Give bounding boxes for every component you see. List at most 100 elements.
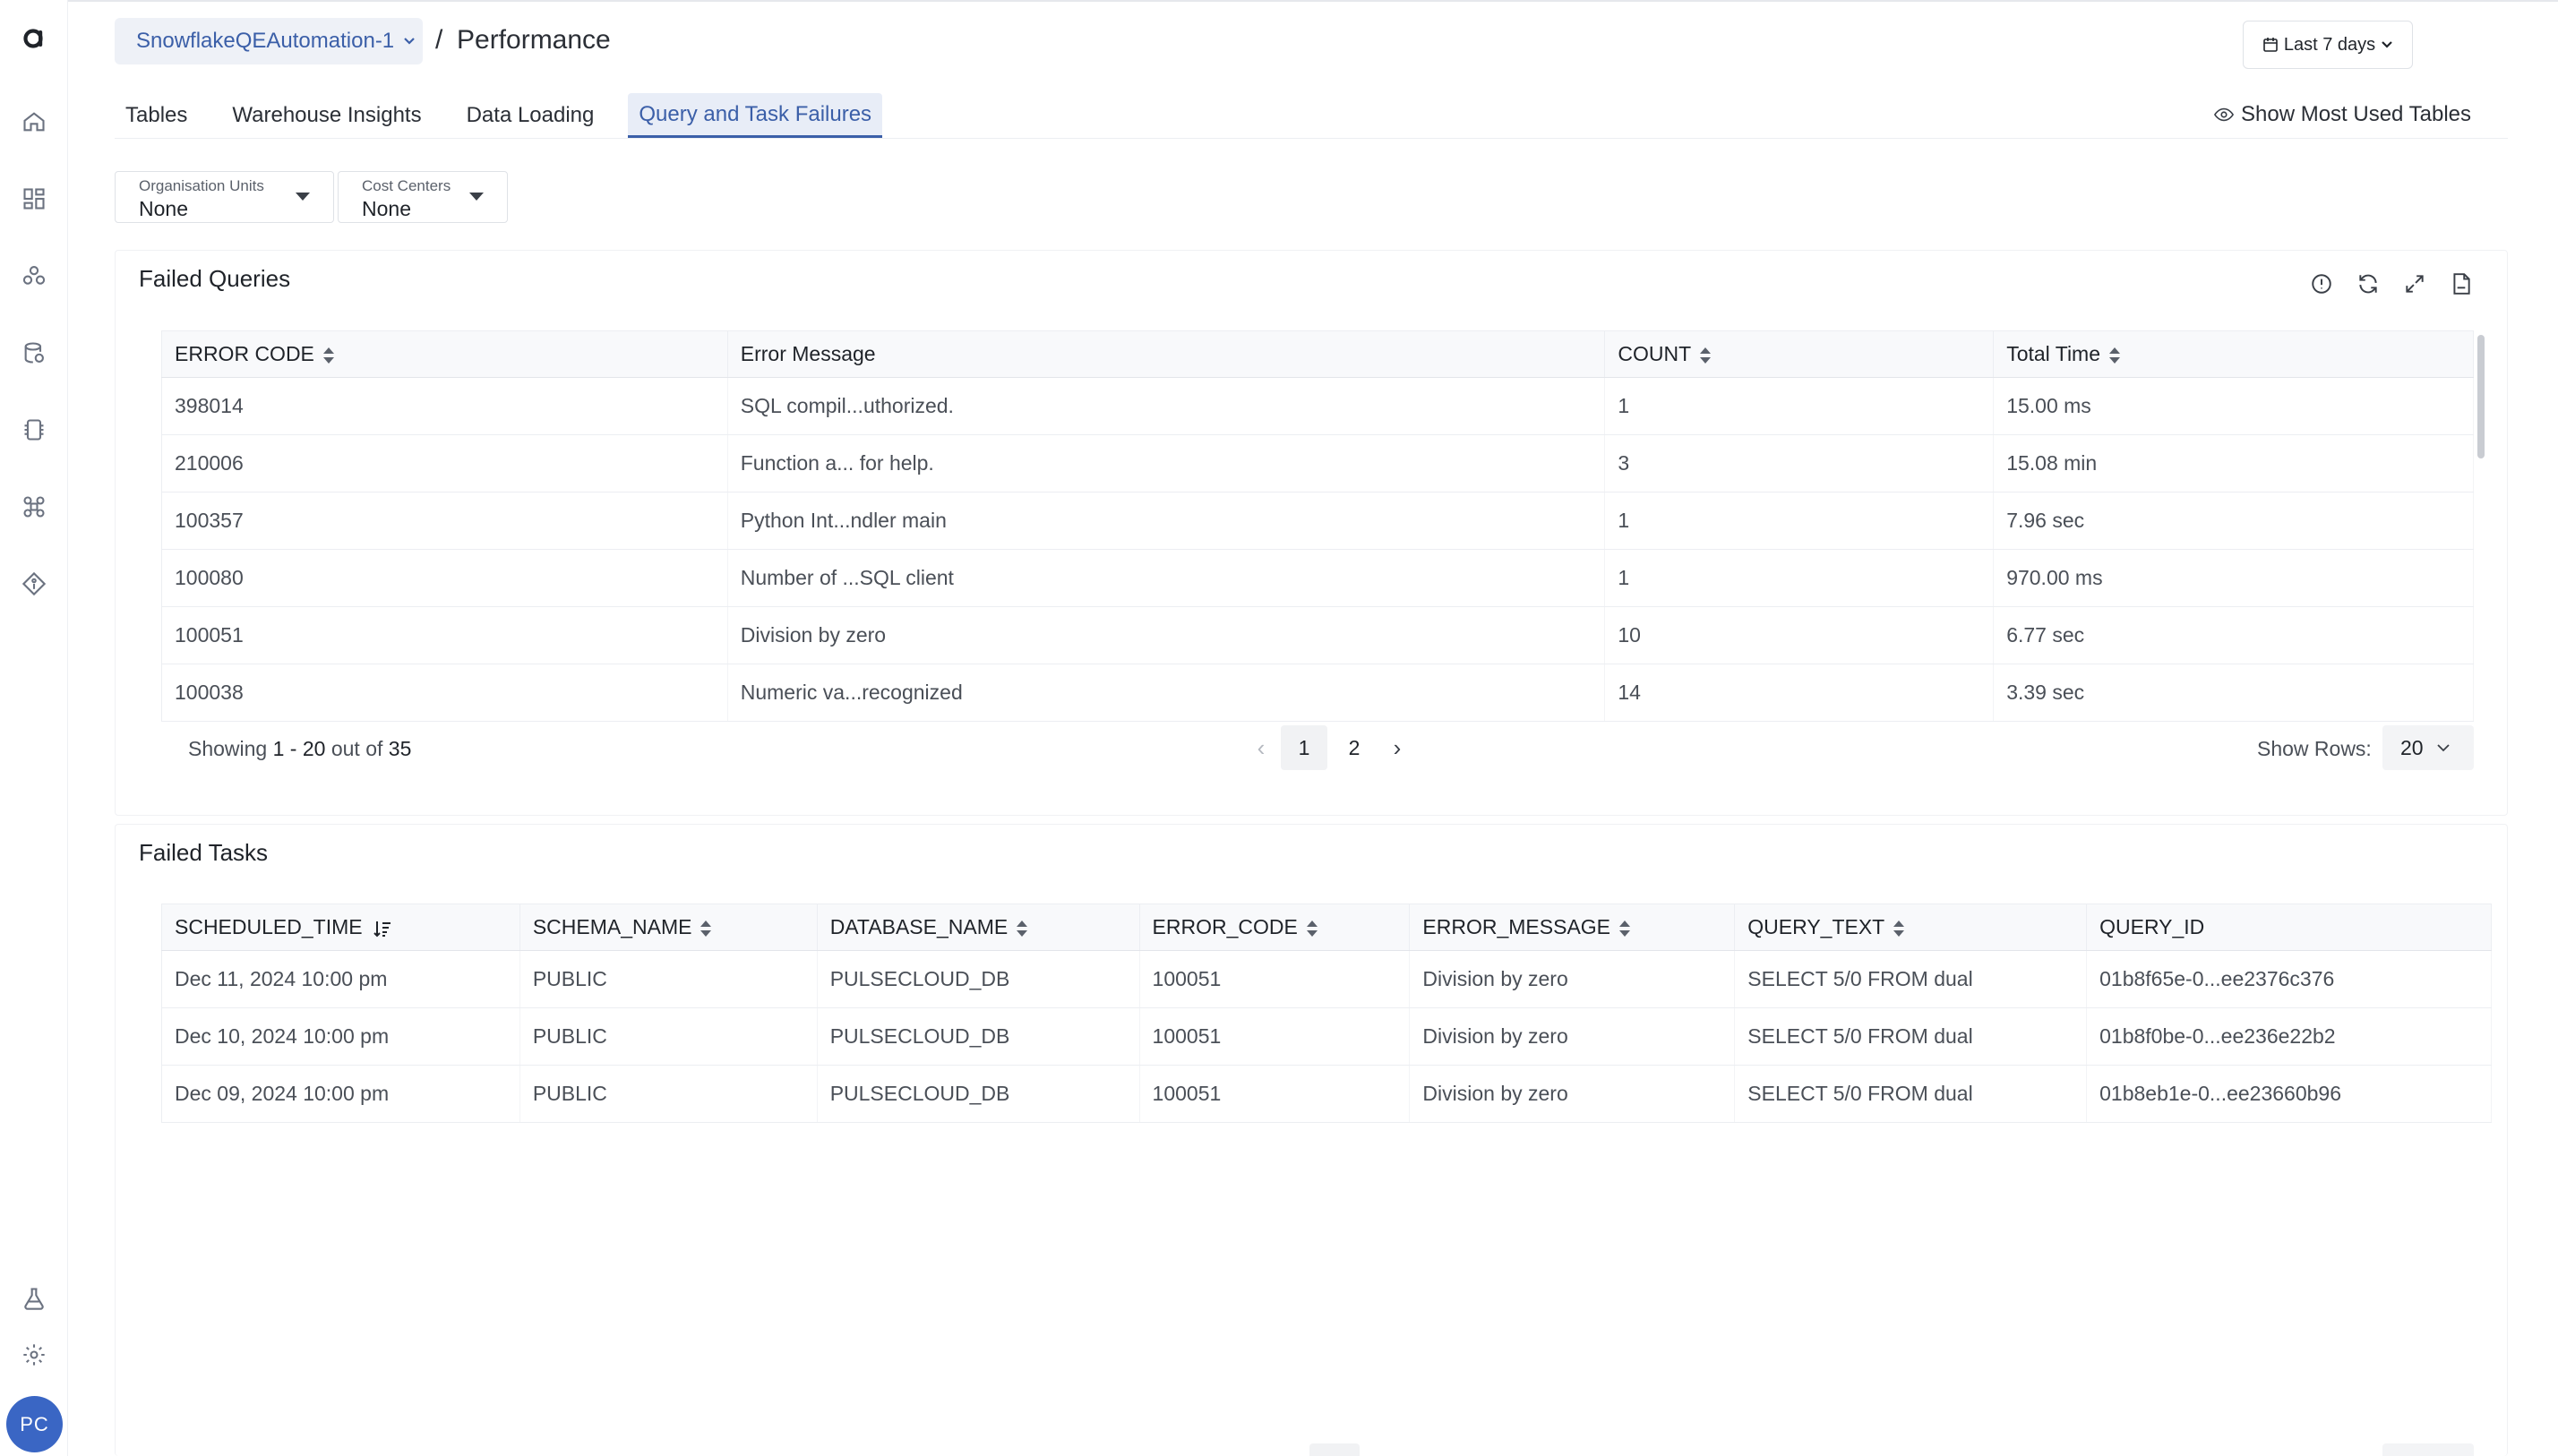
csv-export-icon[interactable] <box>2448 270 2475 297</box>
table-row[interactable]: 398014 SQL compil...uthorized. 1 15.00 ms <box>161 377 2474 435</box>
cell-scheduled-time: Dec 11, 2024 10:00 pm <box>161 950 520 1008</box>
cell-error-code: 100357 <box>161 492 728 550</box>
column-header-error-code[interactable]: ERROR_CODE <box>1139 904 1411 951</box>
cell-error-message: SQL compil...uthorized. <box>727 377 1606 435</box>
cell-count: 1 <box>1604 377 1995 435</box>
table-row[interactable]: 100051 Division by zero 10 6.77 sec <box>161 606 2474 664</box>
column-header-query-text[interactable]: QUERY_TEXT <box>1734 904 2088 951</box>
cell-database-name: PULSECLOUD_DB <box>817 1065 1140 1123</box>
failed-queries-table: ERROR CODE Error Message COUNT Total Tim… <box>161 330 2474 722</box>
cell-error-code: 398014 <box>161 377 728 435</box>
total-count: 35 <box>388 737 412 760</box>
sort-descending-icon[interactable] <box>372 918 393 939</box>
command-icon[interactable] <box>20 492 48 521</box>
out-of-label: out of <box>330 737 383 760</box>
page-title: Performance <box>457 25 611 55</box>
chip-icon[interactable] <box>20 415 48 444</box>
table-row[interactable]: 100038 Numeric va...recognized 14 3.39 sec <box>161 664 2474 722</box>
flask-icon[interactable] <box>20 1284 48 1313</box>
page-button[interactable]: 1 <box>1281 725 1327 770</box>
show-most-used-tables-button[interactable]: Show Most Used Tables <box>2214 102 2471 127</box>
date-range-button[interactable]: Last 7 days <box>2243 21 2413 69</box>
tag-icon[interactable] <box>20 570 48 598</box>
pagination-stub <box>1309 1443 1360 1456</box>
tab-data-loading[interactable]: Data Loading <box>456 93 605 138</box>
cell-count: 1 <box>1604 492 1995 550</box>
cell-count: 1 <box>1604 549 1995 607</box>
cell-error-code: 100051 <box>1139 950 1411 1008</box>
database-icon[interactable] <box>20 338 48 367</box>
chevron-left-icon[interactable]: ‹ <box>1245 725 1277 770</box>
sort-icon[interactable] <box>1306 920 1318 937</box>
sort-icon[interactable] <box>2109 347 2121 364</box>
column-label: QUERY_TEXT <box>1747 915 1885 938</box>
cell-error-message: Division by zero <box>727 606 1606 664</box>
cell-query-id: 01b8eb1e-0...ee23660b96 <box>2086 1065 2492 1123</box>
gear-icon[interactable] <box>20 1340 48 1369</box>
table-row[interactable]: Dec 11, 2024 10:00 pm PUBLIC PULSECLOUD_DB… <box>161 950 2492 1008</box>
column-header-error-code[interactable]: ERROR CODE <box>161 330 728 378</box>
sort-icon[interactable] <box>322 347 334 364</box>
rows-per-page-value: 20 <box>2400 735 2424 759</box>
column-header-error-message[interactable]: ERROR_MESSAGE <box>1409 904 1736 951</box>
account-selector[interactable]: SnowflakeQEAutomation-1 <box>115 18 423 64</box>
failed-tasks-title: Failed Tasks <box>139 839 269 866</box>
tab-query-and-task-failures[interactable]: Query and Task Failures <box>628 93 883 138</box>
column-label: QUERY_ID <box>2099 915 2205 938</box>
column-header-total-time[interactable]: Total Time <box>1993 330 2474 378</box>
column-header-count[interactable]: COUNT <box>1604 330 1995 378</box>
expand-icon[interactable] <box>2401 270 2428 297</box>
org-units-filter[interactable]: Organisation Units None <box>115 171 334 223</box>
scrollbar-thumb[interactable] <box>2477 335 2485 458</box>
cell-total-time: 15.08 min <box>1993 434 2474 492</box>
cell-database-name: PULSECLOUD_DB <box>817 950 1140 1008</box>
avatar[interactable]: PC <box>6 1396 63 1452</box>
table-scrollbar[interactable] <box>2474 331 2488 716</box>
refresh-icon[interactable] <box>2355 270 2382 297</box>
column-label: DATABASE_NAME <box>829 915 1009 938</box>
column-label: SCHEMA_NAME <box>532 915 692 938</box>
sort-icon[interactable] <box>700 920 712 937</box>
cell-error-message: Function a... for help. <box>727 434 1606 492</box>
table-row[interactable]: 100357 Python Int...ndler main 1 7.96 sec <box>161 492 2474 550</box>
sort-icon[interactable] <box>1700 347 1712 364</box>
org-units-value: None <box>139 197 188 220</box>
cell-scheduled-time: Dec 09, 2024 10:00 pm <box>161 1065 520 1123</box>
sort-icon[interactable] <box>1619 920 1631 937</box>
cost-centers-filter[interactable]: Cost Centers None <box>338 171 508 223</box>
tab-tables[interactable]: Tables <box>115 93 198 138</box>
users-icon[interactable] <box>20 261 48 290</box>
app-logo-icon[interactable] <box>20 23 48 52</box>
column-header-scheduled-time[interactable]: SCHEDULED_TIME <box>161 904 520 951</box>
sidebar: PC <box>0 0 68 1456</box>
cell-error-message: Division by zero <box>1409 1065 1736 1123</box>
cell-schema-name: PUBLIC <box>519 1007 818 1066</box>
sort-icon[interactable] <box>1893 920 1905 937</box>
home-icon[interactable] <box>20 107 48 136</box>
cell-scheduled-time: Dec 10, 2024 10:00 pm <box>161 1007 520 1066</box>
table-row[interactable]: Dec 10, 2024 10:00 pm PUBLIC PULSECLOUD_DB… <box>161 1007 2492 1066</box>
column-label: ERROR_MESSAGE <box>1422 915 1611 938</box>
show-rows-label: Show Rows: <box>2257 737 2372 760</box>
info-icon[interactable] <box>2308 270 2335 297</box>
cell-total-time: 970.00 ms <box>1993 549 2474 607</box>
dashboard-icon[interactable] <box>20 184 48 213</box>
table-row[interactable]: 100080 Number of ...SQL client 1 970.00 ms <box>161 549 2474 607</box>
rows-per-page-select[interactable]: 20 <box>2382 725 2474 770</box>
column-header-query-id: QUERY_ID <box>2086 904 2492 951</box>
column-header-database-name[interactable]: DATABASE_NAME <box>817 904 1140 951</box>
cell-total-time: 3.39 sec <box>1993 664 2474 722</box>
sort-icon[interactable] <box>1017 920 1028 937</box>
page-button[interactable]: 2 <box>1331 725 1378 770</box>
cell-error-code: 100080 <box>161 549 728 607</box>
chevron-right-icon[interactable]: › <box>1381 725 1413 770</box>
tab-warehouse-insights[interactable]: Warehouse Insights <box>221 93 432 138</box>
cell-total-time: 15.00 ms <box>1993 377 2474 435</box>
pagination-info: Showing 1 - 20 out of 35 <box>188 737 411 761</box>
cell-schema-name: PUBLIC <box>519 1065 818 1123</box>
breadcrumb-separator: / <box>435 25 443 55</box>
column-header-schema-name[interactable]: SCHEMA_NAME <box>519 904 818 951</box>
cell-query-text: SELECT 5/0 FROM dual <box>1734 1065 2088 1123</box>
table-row[interactable]: Dec 09, 2024 10:00 pm PUBLIC PULSECLOUD_DB… <box>161 1065 2492 1123</box>
table-row[interactable]: 210006 Function a... for help. 3 15.08 min <box>161 434 2474 492</box>
